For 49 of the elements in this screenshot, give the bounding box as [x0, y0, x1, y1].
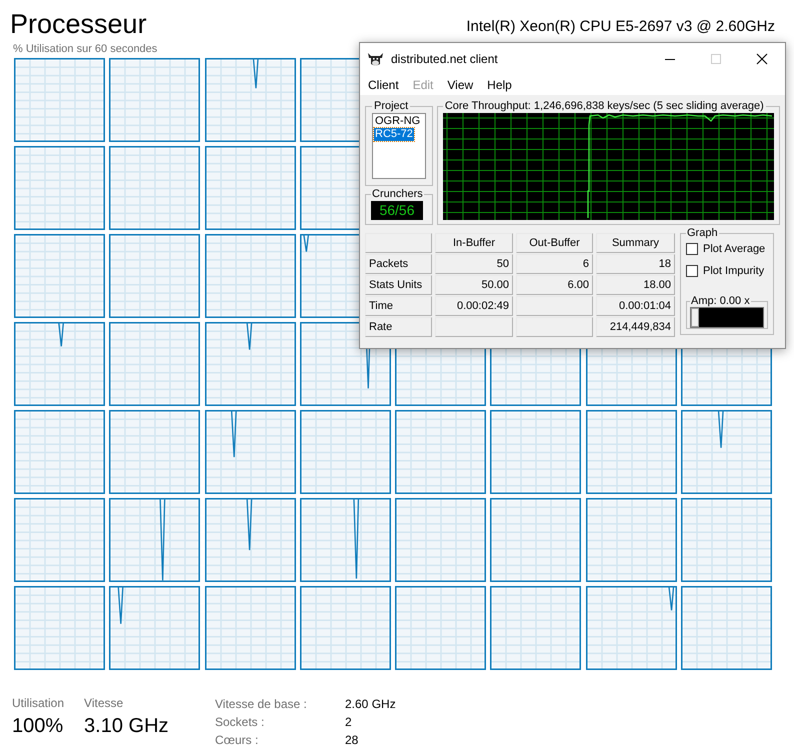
group-label: Graph	[686, 227, 719, 239]
table-cell: 6	[516, 254, 593, 274]
detail-value: 2.60 GHz	[345, 696, 396, 713]
checkbox-label: Plot Impurity	[703, 264, 764, 278]
detail-label: Sockets :	[215, 714, 266, 731]
group-label: Amp: 0.00 x	[690, 295, 751, 307]
table-cell: 50	[435, 254, 513, 274]
group-label: Crunchers	[371, 188, 424, 200]
checkbox-label: Plot Average	[703, 242, 766, 257]
table-cell: 0.00:01:04	[596, 296, 675, 316]
menu-item[interactable]: Client	[367, 76, 405, 94]
detail-value: 2	[345, 714, 352, 731]
table-cell: 0.00:02:49	[435, 296, 513, 316]
column-header: Summary	[596, 233, 675, 253]
crunchers-display: 56/56	[371, 201, 423, 220]
group-label: Core Throughput: 1,246,696,838 keys/sec (5 sec sliding average)	[444, 100, 765, 112]
table-cell: 18.00	[596, 275, 675, 295]
cpu-model: Intel(R) Xeon(R) CPU E5-2697 v3 @ 2.60GHz	[466, 17, 775, 37]
checkbox[interactable]	[686, 264, 698, 277]
stat-label: Vitesse	[84, 695, 124, 711]
list-item[interactable]: OGR-NG	[374, 115, 422, 128]
header-cell	[365, 233, 432, 253]
row-header: Stats Units	[365, 275, 432, 295]
stat-label: Utilisation	[12, 695, 64, 711]
table-cell: 6.00	[516, 275, 593, 295]
graph-caption: % Utilisation sur 60 secondes	[13, 42, 158, 57]
row-header: Packets	[365, 254, 432, 274]
table-cell: 214,449,834	[596, 317, 675, 337]
page-title: Processeur	[10, 8, 147, 41]
stat-value: 100%	[12, 714, 64, 739]
column-header: Out-Buffer	[516, 233, 593, 253]
amp-thumb[interactable]	[691, 308, 699, 327]
menu-item[interactable]: Help	[481, 76, 518, 94]
row-header: Rate	[365, 317, 432, 337]
table-cell: 50.00	[435, 275, 513, 295]
row-header: Time	[365, 296, 432, 316]
project-list[interactable]: OGR-NG RC5-72	[372, 113, 426, 179]
menu-item[interactable]: View	[441, 76, 480, 94]
window-title: distributed.net client	[391, 51, 498, 68]
group-label: Project	[373, 100, 410, 112]
detail-value: 28	[345, 732, 358, 746]
cow-icon	[367, 52, 384, 66]
stat-value: 3.10 GHz	[84, 714, 169, 739]
checkbox[interactable]	[686, 243, 698, 256]
detail-label: Vitesse de base :	[215, 696, 308, 713]
table-cell: 18	[596, 254, 675, 274]
column-header: In-Buffer	[435, 233, 513, 253]
list-item[interactable]: RC5-72	[374, 128, 414, 141]
detail-label: Cœurs :	[215, 732, 260, 746]
